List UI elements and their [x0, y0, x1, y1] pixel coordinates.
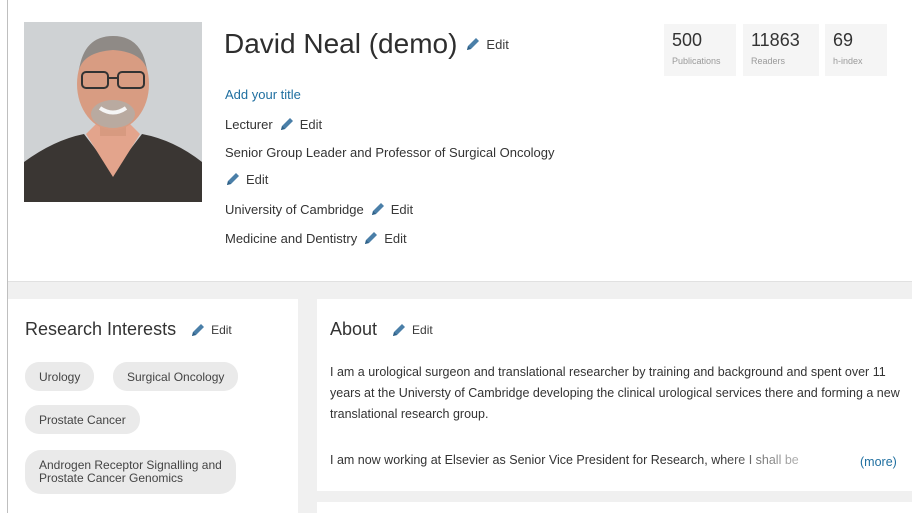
metric-value: 11863: [751, 30, 800, 50]
role-line: Senior Group Leader and Professor of Sur…: [225, 145, 555, 160]
profile-header: David Neal (demo) Edit Add your title Le…: [8, 0, 912, 282]
edit-label: Edit: [486, 36, 509, 52]
metric-label: Publications: [672, 56, 721, 66]
edit-position-button[interactable]: Edit: [279, 116, 322, 132]
edit-label: Edit: [211, 322, 232, 337]
metric-publications[interactable]: 500 Publications: [664, 24, 736, 76]
about-heading: About Edit: [330, 319, 433, 340]
text-fade: [717, 449, 847, 475]
tag-androgen-receptor[interactable]: Androgen Receptor Signalling and Prostat…: [25, 450, 236, 494]
about-card: About Edit I am a urological surgeon and…: [317, 299, 912, 491]
metric-value: 69: [833, 30, 854, 50]
research-interests-title: Research Interests: [25, 319, 177, 339]
next-card: [317, 502, 912, 513]
research-interests-heading: Research Interests Edit: [25, 319, 232, 340]
institution-text: University of Cambridge: [225, 201, 364, 217]
profile-avatar: [24, 22, 202, 202]
pencil-icon: [365, 232, 378, 244]
name-row: David Neal (demo) Edit: [224, 28, 509, 60]
discipline-text: Medicine and Dentistry: [225, 230, 358, 246]
about-title: About: [330, 319, 378, 339]
edit-institution-button[interactable]: Edit: [370, 201, 413, 217]
role-edit-line: Edit: [219, 171, 268, 187]
add-title-link[interactable]: Add your title: [225, 87, 301, 102]
tag-surgical-oncology[interactable]: Surgical Oncology: [113, 362, 239, 391]
about-paragraph: I am a urological surgeon and translatio…: [330, 365, 900, 421]
edit-label: Edit: [390, 201, 414, 217]
profile-name: David Neal (demo): [224, 28, 458, 59]
role-text: Senior Group Leader and Professor of Sur…: [225, 145, 555, 160]
edit-label: Edit: [246, 171, 269, 187]
pencil-icon: [192, 323, 205, 336]
metric-label: Readers: [751, 56, 786, 66]
discipline-line: Medicine and Dentistry Edit: [225, 230, 407, 246]
edit-label: Edit: [412, 322, 433, 337]
tag-line: Prostate Cancer Genomics: [39, 471, 184, 485]
institution-line: University of Cambridge Edit: [225, 201, 413, 217]
position-line: Lecturer Edit: [225, 116, 322, 132]
edit-about-button[interactable]: Edit: [391, 322, 433, 338]
edit-name-button[interactable]: Edit: [465, 36, 509, 52]
edit-label: Edit: [299, 116, 323, 132]
metric-value: 500: [672, 30, 703, 50]
metric-readers[interactable]: 11863 Readers: [743, 24, 819, 76]
metric-h-index[interactable]: 69 h-index: [825, 24, 887, 76]
edit-research-button[interactable]: Edit: [190, 322, 232, 338]
pencil-icon: [227, 173, 239, 185]
pencil-icon: [393, 323, 406, 336]
tag-prostate-cancer[interactable]: Prostate Cancer: [25, 405, 140, 434]
edit-discipline-button[interactable]: Edit: [363, 230, 407, 246]
tag-urology[interactable]: Urology: [25, 362, 95, 391]
edit-label: Edit: [384, 230, 407, 246]
edit-role-button[interactable]: Edit: [225, 171, 268, 187]
metric-label: h-index: [833, 56, 863, 66]
pencil-icon: [280, 118, 293, 130]
pencil-icon: [371, 203, 384, 215]
position-text: Lecturer: [225, 116, 273, 132]
research-interests-card: Research Interests Edit Urology Surgical…: [8, 299, 298, 513]
more-link[interactable]: (more): [860, 455, 897, 469]
pencil-icon: [467, 38, 480, 50]
